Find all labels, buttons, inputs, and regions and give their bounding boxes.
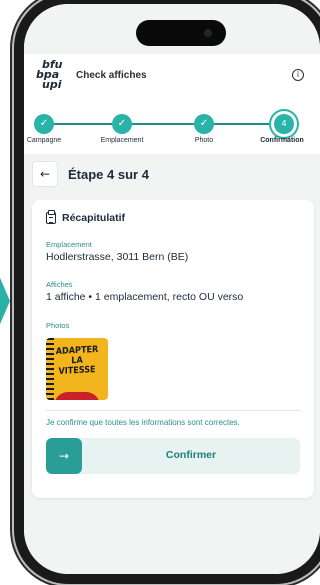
- camera-icon: [204, 29, 212, 37]
- step-label-photo: Photo: [194, 137, 214, 144]
- location-label: Emplacement: [46, 240, 92, 249]
- arrow-right-icon: →: [46, 438, 82, 474]
- logo-line: upi: [42, 78, 62, 91]
- decorative-arrow: [0, 278, 10, 324]
- step-4-current[interactable]: 4: [274, 114, 294, 134]
- summary-card: Récapitulatif Emplacement Hodlerstrasse,…: [32, 200, 314, 498]
- step-1-check-icon[interactable]: ✓: [34, 114, 54, 134]
- posters-label: Affiches: [46, 280, 73, 289]
- app-screen: bfu bpa upi Check affiches i ✓ ✓ ✓ 4 Cam…: [24, 4, 320, 574]
- step-label-emplacement: Emplacement: [100, 137, 144, 144]
- step-connector: [54, 123, 112, 125]
- step-header: ← Étape 4 sur 4: [24, 154, 320, 198]
- step-3-check-icon[interactable]: ✓: [194, 114, 214, 134]
- photo-caption: ADAPTER LA VITESSE: [55, 344, 99, 377]
- progress-stepper: ✓ ✓ ✓ 4 Campagne Emplacement Photo Confi…: [24, 104, 320, 154]
- confirm-button-label: Confirmer: [165, 449, 217, 461]
- confirm-button[interactable]: → Confirmer: [46, 438, 300, 474]
- bfu-logo: bfu bpa upi: [36, 59, 72, 96]
- divider: [46, 410, 300, 411]
- step-2-check-icon[interactable]: ✓: [112, 114, 132, 134]
- dynamic-island: [136, 20, 226, 46]
- info-icon[interactable]: i: [292, 69, 304, 81]
- location-value: Hodlerstrasse, 3011 Bern (BE): [46, 251, 189, 263]
- posters-value: 1 affiche • 1 emplacement, recto OU vers…: [46, 291, 244, 303]
- confirm-statement: Je confirme que toutes les informations …: [46, 418, 240, 427]
- summary-title: Récapitulatif: [62, 212, 126, 224]
- page-title: Étape 4 sur 4: [68, 167, 149, 182]
- photo-thumbnail[interactable]: ADAPTER LA VITESSE: [46, 338, 108, 400]
- clipboard-icon: [46, 210, 56, 224]
- photo-car: [54, 392, 100, 400]
- step-connector: [214, 123, 274, 125]
- app-title: Check affiches: [76, 70, 147, 81]
- back-button[interactable]: ←: [32, 161, 58, 187]
- photos-label: Photos: [46, 321, 70, 330]
- step-label-campagne: Campagne: [26, 137, 62, 144]
- app-bar: bfu bpa upi Check affiches i: [24, 54, 320, 104]
- phone-frame: bfu bpa upi Check affiches i ✓ ✓ ✓ 4 Cam…: [14, 0, 320, 584]
- step-label-confirmation: Confirmation: [260, 137, 304, 144]
- step-connector: [132, 123, 194, 125]
